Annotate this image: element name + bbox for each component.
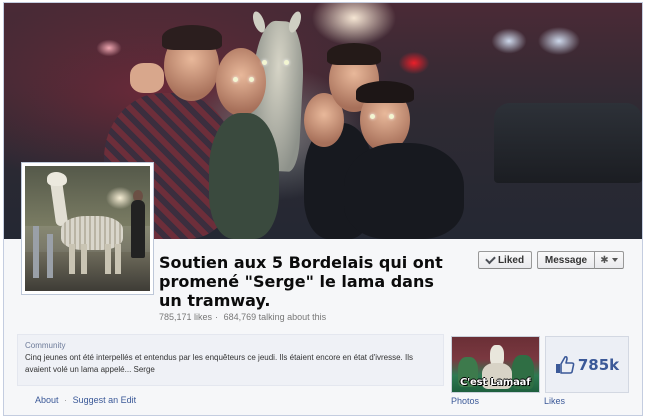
gear-icon: ✱ — [600, 254, 609, 266]
talking-about-text: 684,769 talking about this — [223, 312, 327, 322]
cover-person — [209, 113, 279, 239]
cover-eye — [370, 114, 375, 119]
link-separator: · — [64, 395, 68, 405]
profile-llama-head — [47, 172, 67, 186]
cover-eye — [389, 114, 394, 119]
liked-button[interactable]: Liked — [478, 251, 532, 269]
liked-label: Liked — [497, 254, 525, 266]
profile-llama-leg — [69, 244, 75, 274]
likes-label[interactable]: Likes — [544, 396, 565, 406]
photos-label[interactable]: Photos — [451, 396, 479, 406]
cover-eye — [284, 60, 289, 65]
suggest-edit-link[interactable]: Suggest an Edit — [73, 395, 137, 405]
cover-hand — [130, 63, 164, 93]
cover-eye — [249, 77, 254, 82]
page-frame: Soutien aux 5 Bordelais qui ont promené … — [3, 2, 643, 416]
profile-llama-leg — [115, 244, 121, 274]
category-label: Community — [25, 341, 66, 350]
profile-picture[interactable] — [21, 162, 154, 295]
likes-count-text: 785,171 likes — [159, 312, 213, 322]
message-button[interactable]: Message — [537, 251, 595, 269]
likes-tile[interactable]: 785k — [545, 336, 629, 393]
profile-post — [33, 226, 39, 278]
message-label: Message — [544, 254, 588, 266]
page-stats: 785,171 likes · 684,769 talking about thi… — [159, 312, 329, 322]
profile-llama-leg — [81, 244, 87, 274]
cover-eye — [233, 77, 238, 82]
cover-car — [494, 103, 642, 183]
cover-eye — [262, 60, 267, 65]
profile-post — [47, 234, 53, 278]
cover-face — [216, 48, 266, 116]
cover-llama-ear — [286, 9, 304, 35]
stats-separator: · — [215, 312, 219, 322]
photos-tile[interactable]: C'est Lamaaf — [451, 336, 540, 393]
check-icon — [485, 253, 496, 264]
about-box: Community Cinq jeunes ont été interpellé… — [17, 334, 444, 386]
profile-person — [131, 200, 145, 258]
page-title: Soutien aux 5 Bordelais qui ont promené … — [159, 253, 443, 310]
chevron-down-icon — [611, 258, 618, 262]
about-description: Cinq jeunes ont été interpellés et enten… — [25, 353, 413, 374]
likes-tile-count: 785k — [577, 355, 620, 374]
profile-picture-image — [25, 166, 150, 291]
cover-hair — [356, 81, 414, 103]
cover-hair — [327, 43, 381, 65]
settings-dropdown-button[interactable]: ✱ — [594, 251, 624, 269]
thumbs-up-icon — [555, 355, 575, 374]
cover-hair — [162, 25, 222, 50]
about-links: About · Suggest an Edit — [35, 395, 136, 405]
about-link[interactable]: About — [35, 395, 59, 405]
profile-llama-leg — [105, 244, 111, 274]
cover-person — [344, 143, 464, 239]
facebook-page: Soutien aux 5 Bordelais qui ont promené … — [0, 0, 646, 418]
photo-caption: C'est Lamaaf — [460, 377, 531, 388]
